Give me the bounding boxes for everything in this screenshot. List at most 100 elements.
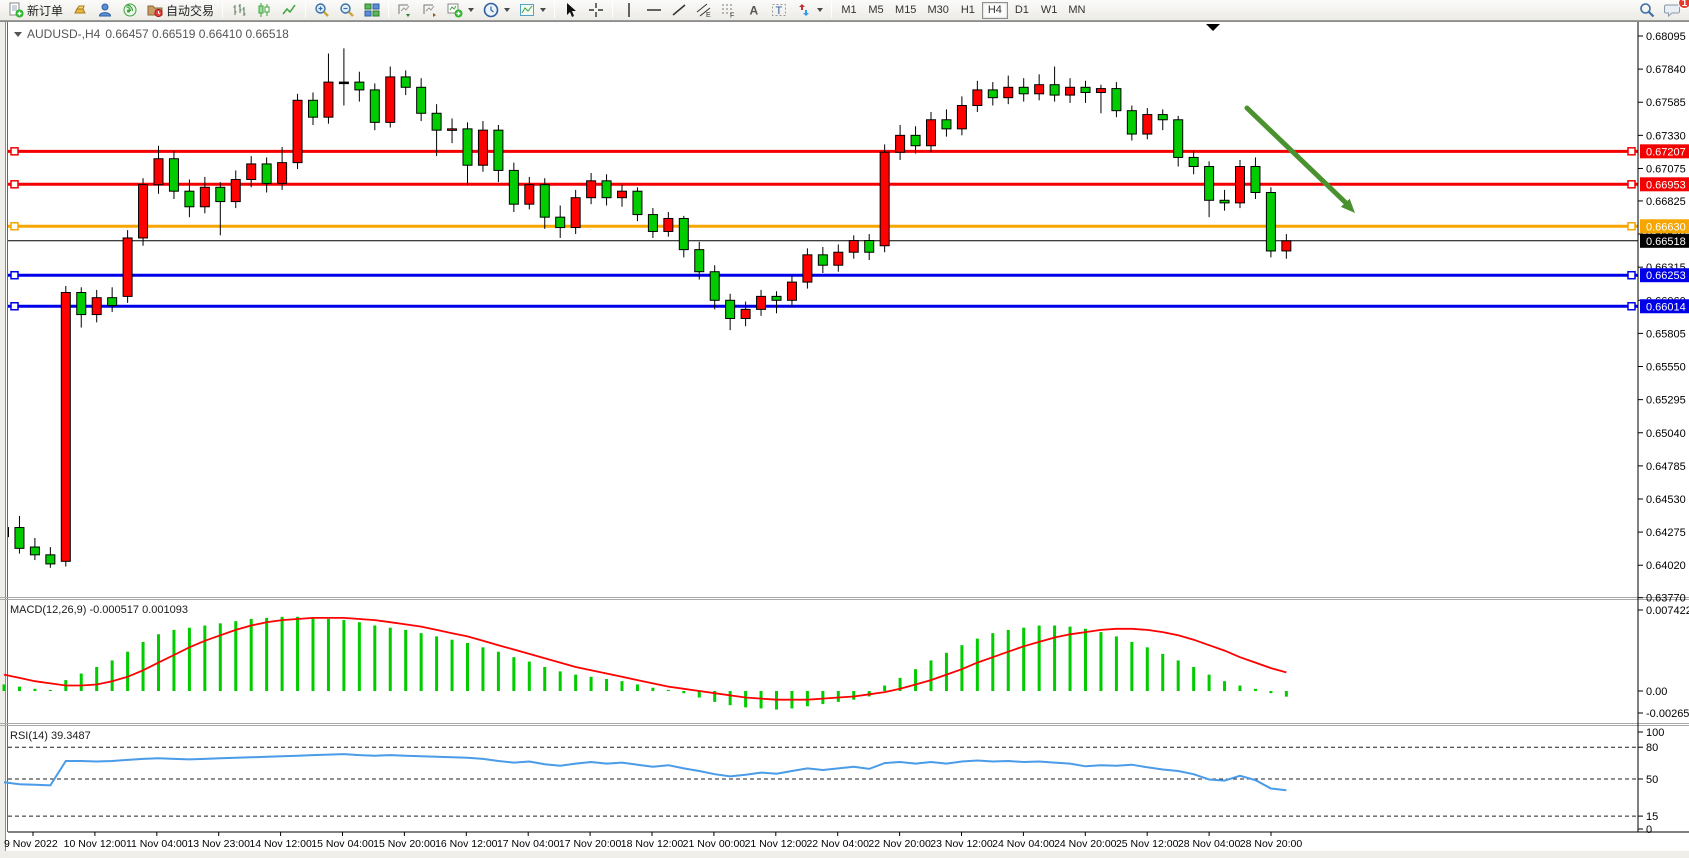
svg-text:0.007422: 0.007422 — [1646, 605, 1689, 617]
zoom-in-button[interactable] — [310, 1, 334, 20]
dropdown-caret-icon — [468, 8, 474, 12]
timeframe-button-M5[interactable]: M5 — [863, 2, 889, 19]
profile-button[interactable] — [93, 1, 117, 20]
line-chart-button[interactable] — [277, 1, 301, 20]
svg-text:0.67207: 0.67207 — [1646, 146, 1686, 158]
fibonacci-button[interactable]: F — [717, 1, 741, 20]
price-tag-0.67207: 0.67207 — [1640, 144, 1689, 158]
arrows-button[interactable] — [792, 1, 827, 20]
horizontal-line-button[interactable] — [642, 1, 666, 20]
market-button[interactable] — [68, 1, 92, 20]
svg-text:0.65805: 0.65805 — [1646, 328, 1686, 340]
text-button[interactable]: A — [742, 1, 766, 20]
price-tag-0.66014: 0.66014 — [1640, 299, 1689, 313]
svg-text:0.66253: 0.66253 — [1646, 270, 1686, 282]
hline-right-handle[interactable] — [1628, 181, 1635, 188]
auto-trading-icon — [147, 2, 163, 18]
tile-windows-icon — [364, 2, 380, 18]
text-label-button[interactable]: T — [767, 1, 791, 20]
svg-text:0.68095: 0.68095 — [1646, 31, 1686, 43]
profile-icon — [97, 2, 113, 18]
zoom-in-icon — [314, 2, 330, 18]
svg-text:28 Nov 04:00: 28 Nov 04:00 — [1178, 838, 1241, 850]
cascade-charts-icon — [422, 2, 438, 18]
svg-text:24 Nov 04:00: 24 Nov 04:00 — [992, 838, 1055, 850]
svg-text:0.00: 0.00 — [1646, 686, 1667, 698]
text-label-icon: T — [771, 2, 787, 18]
svg-text:0.67330: 0.67330 — [1646, 130, 1686, 142]
vertical-line-button[interactable] — [617, 1, 641, 20]
periods-button[interactable] — [479, 1, 514, 20]
equidistant-channel-button[interactable]: E — [692, 1, 716, 20]
notification-badge[interactable]: 1 — [1678, 0, 1689, 9]
candlestick-chart-button[interactable] — [252, 1, 276, 20]
mt4-application: 新订单 自动交易 — [0, 0, 1689, 858]
svg-text:A: A — [750, 4, 759, 18]
svg-text:0.66518: 0.66518 — [1646, 236, 1686, 248]
crosshair-button[interactable] — [584, 1, 608, 20]
ohlc-bars-icon — [231, 2, 247, 18]
hline-right-handle[interactable] — [1628, 223, 1635, 230]
fibonacci-icon: F — [721, 2, 737, 18]
svg-text:0.64530: 0.64530 — [1646, 494, 1686, 506]
svg-text:100: 100 — [1646, 727, 1664, 739]
trendline-button[interactable] — [667, 1, 691, 20]
new-chart-button[interactable] — [443, 1, 478, 20]
svg-text:0.67840: 0.67840 — [1646, 64, 1686, 76]
hline-right-handle[interactable] — [1628, 148, 1635, 155]
cursor-button[interactable] — [559, 1, 583, 20]
timeframe-button-M30[interactable]: M30 — [922, 2, 953, 19]
hline-right-handle[interactable] — [1628, 303, 1635, 310]
auto-trading-button[interactable]: 自动交易 — [143, 1, 218, 20]
timeframe-button-H4[interactable]: H4 — [982, 2, 1008, 19]
timeframe-button-D1[interactable]: D1 — [1009, 2, 1035, 19]
hline-left-handle[interactable] — [11, 148, 18, 155]
bar-chart-button[interactable] — [227, 1, 251, 20]
hline-right-handle[interactable] — [1628, 272, 1635, 279]
search-button[interactable] — [1635, 1, 1659, 20]
hline-left-handle[interactable] — [11, 272, 18, 279]
zoom-out-button[interactable] — [335, 1, 359, 20]
timeframe-button-M15[interactable]: M15 — [890, 2, 921, 19]
timeframe-button-M1[interactable]: M1 — [836, 2, 862, 19]
dropdown-caret-icon — [504, 8, 510, 12]
signal-button[interactable] — [118, 1, 142, 20]
hline-left-handle[interactable] — [11, 181, 18, 188]
templates-button[interactable] — [515, 1, 550, 20]
svg-text:0.64275: 0.64275 — [1646, 527, 1686, 539]
toolbar-separator — [831, 2, 832, 18]
new-order-button[interactable]: 新订单 — [4, 1, 67, 20]
price-tag-0.66630: 0.66630 — [1640, 219, 1689, 233]
text-icon: A — [746, 2, 762, 18]
svg-text:0.65295: 0.65295 — [1646, 395, 1686, 407]
timeframe-button-H1[interactable]: H1 — [955, 2, 981, 19]
svg-text:10 Nov 12:00: 10 Nov 12:00 — [64, 838, 127, 850]
arrange-charts-button[interactable] — [393, 1, 417, 20]
timeframe-button-W1[interactable]: W1 — [1036, 2, 1063, 19]
toolbar-separator — [554, 2, 555, 18]
signal-icon — [122, 2, 138, 18]
cascade-charts-button[interactable] — [418, 1, 442, 20]
collapse-triangle-icon[interactable] — [14, 32, 22, 37]
arrows-icon — [796, 2, 812, 18]
trendline-icon — [671, 2, 687, 18]
svg-text:22 Nov 04:00: 22 Nov 04:00 — [806, 838, 869, 850]
svg-text:0.65550: 0.65550 — [1646, 362, 1686, 374]
svg-text:15 Nov 04:00: 15 Nov 04:00 — [311, 838, 374, 850]
hline-left-handle[interactable] — [11, 223, 18, 230]
svg-text:-0.002651: -0.002651 — [1646, 708, 1689, 720]
tile-windows-button[interactable] — [360, 1, 384, 20]
horizontal-line-icon — [646, 2, 662, 18]
svg-text:9 Nov 2022: 9 Nov 2022 — [4, 838, 58, 850]
svg-text:14 Nov 12:00: 14 Nov 12:00 — [249, 838, 312, 850]
chart-canvas[interactable]: 0.680950.678400.675850.673300.670750.668… — [0, 0, 1689, 858]
search-icon — [1639, 2, 1655, 18]
toolbar-separator — [612, 2, 613, 18]
svg-text:18 Nov 12:00: 18 Nov 12:00 — [621, 838, 684, 850]
svg-text:0.66953: 0.66953 — [1646, 179, 1686, 191]
hline-left-handle[interactable] — [11, 303, 18, 310]
chart-window-bg — [5, 21, 1689, 851]
timeframe-button-MN[interactable]: MN — [1063, 2, 1090, 19]
toolbar-separator — [388, 2, 389, 18]
timeframe-group: M1M5M15M30H1H4D1W1MN — [836, 2, 1090, 19]
